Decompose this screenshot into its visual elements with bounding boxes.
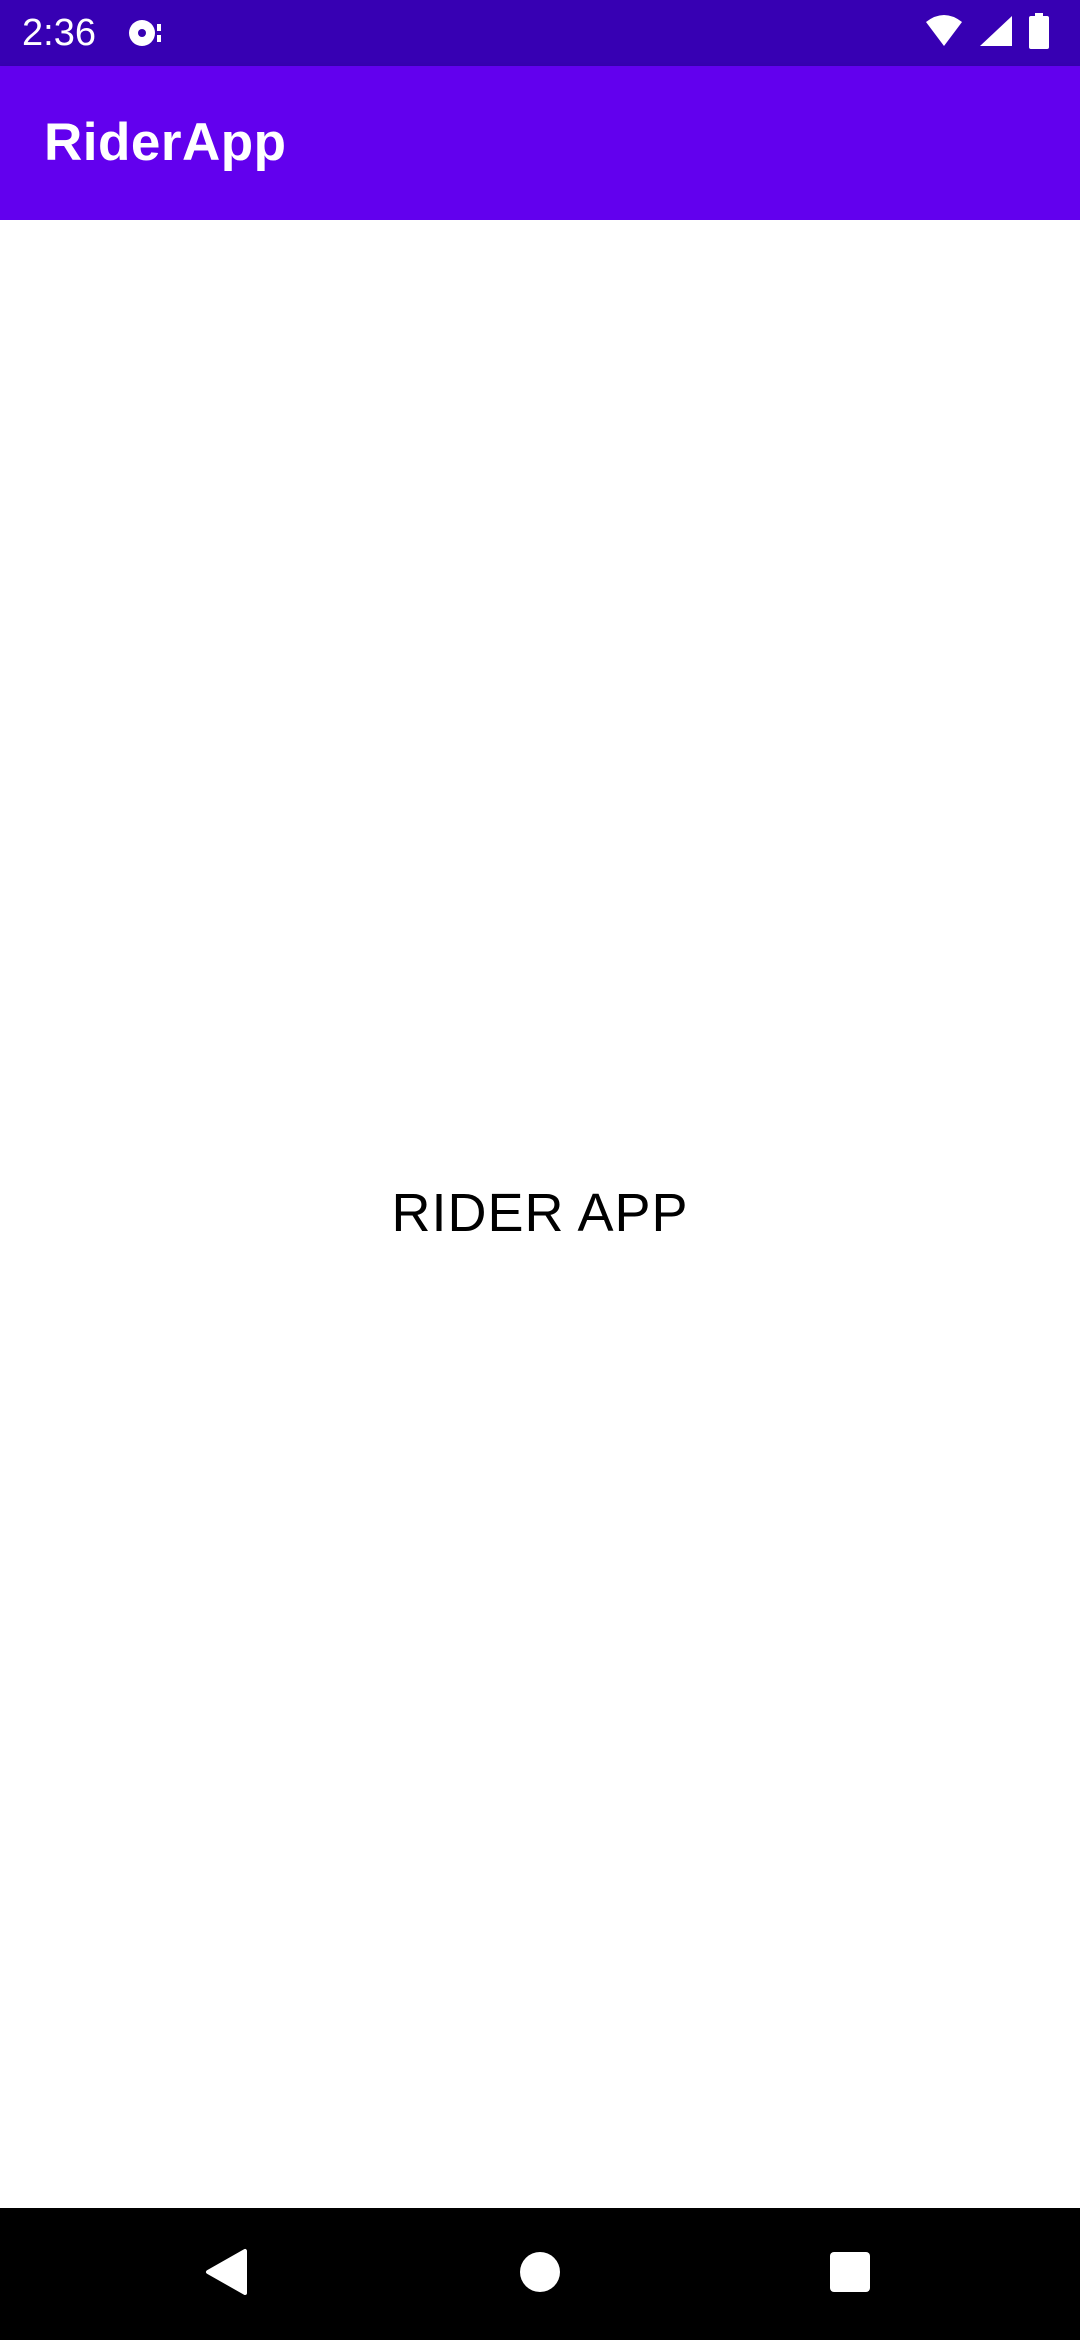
status-icons <box>924 12 1050 54</box>
back-button[interactable] <box>161 2208 293 2340</box>
notification-disc-icon <box>126 16 166 50</box>
cellular-signal-icon <box>978 14 1014 53</box>
center-title: RIDER APP <box>391 1183 689 1243</box>
home-icon <box>518 2250 562 2299</box>
recents-button[interactable] <box>784 2208 916 2340</box>
recents-icon <box>828 2250 872 2299</box>
app-title: RiderApp <box>44 113 287 172</box>
navigation-bar <box>0 2208 1080 2340</box>
screen: 2:36 RiderApp RIDER APP <box>0 0 1080 2340</box>
wifi-icon <box>924 14 964 53</box>
status-bar: 2:36 <box>0 0 1080 66</box>
back-icon <box>205 2248 249 2301</box>
app-bar: RiderApp <box>0 66 1080 220</box>
main-content: RIDER APP <box>0 220 1080 2208</box>
status-time: 2:36 <box>22 12 96 54</box>
home-button[interactable] <box>474 2208 606 2340</box>
battery-icon <box>1028 12 1050 54</box>
